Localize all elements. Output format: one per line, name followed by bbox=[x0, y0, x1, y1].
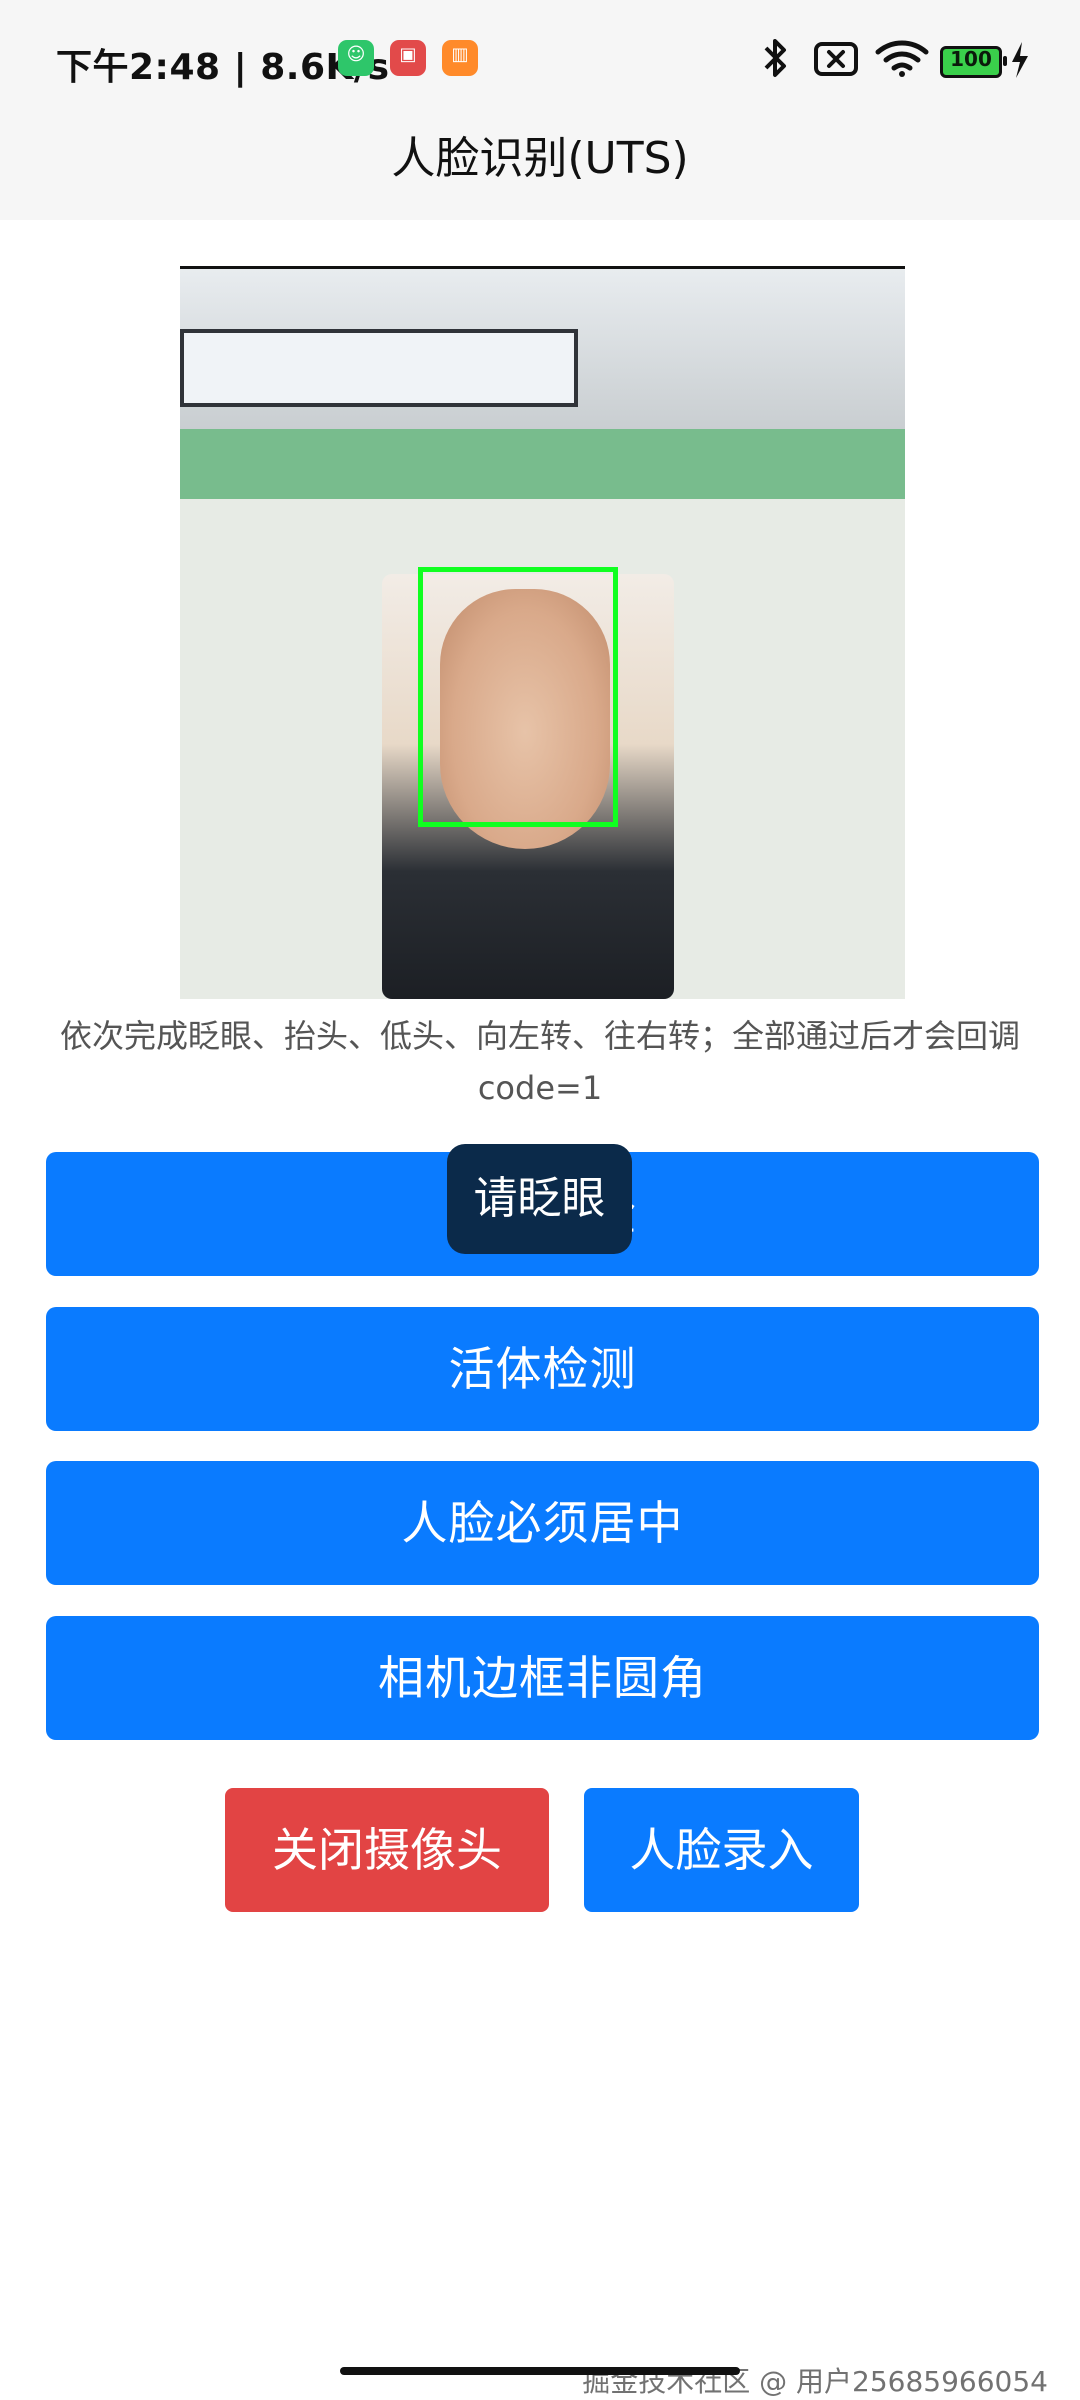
camera-window bbox=[180, 329, 578, 407]
liveness-detection-button[interactable]: 活体检测 bbox=[46, 1307, 1039, 1431]
liveness-instructions: 依次完成眨眼、抬头、低头、向左转、往右转；全部通过后才会回调 code=1 bbox=[59, 1017, 1020, 1107]
green-app-icon: ☺ bbox=[338, 40, 374, 76]
home-indicator[interactable] bbox=[340, 2367, 740, 2375]
close-camera-button[interactable]: 关闭摄像头 bbox=[225, 1788, 549, 1912]
camera-monitor-toolbar bbox=[180, 429, 905, 499]
camera-preview bbox=[180, 266, 905, 999]
face-enroll-button[interactable]: 人脸录入 bbox=[584, 1788, 859, 1912]
face-center-button[interactable]: 人脸必须居中 bbox=[46, 1461, 1039, 1585]
battery-icon: 100 bbox=[940, 46, 1007, 78]
wifi-icon bbox=[875, 40, 929, 77]
face-detection-box bbox=[418, 567, 618, 827]
watermark: 掘金技术社区 @ 用户25685966054 bbox=[582, 2365, 1048, 2398]
charging-bolt-icon bbox=[1012, 42, 1028, 78]
toast-message: 请眨眼 bbox=[447, 1144, 632, 1254]
page-title: 人脸识别(UTS) bbox=[391, 133, 689, 184]
orange-app-icon: ▥ bbox=[442, 40, 478, 76]
system-icons: 100 bbox=[760, 38, 1040, 78]
status-bar: 下午2:48 | 8.6K/s ☺ ▣ ▥ 100 bbox=[0, 0, 1080, 120]
bluetooth-icon bbox=[764, 39, 786, 77]
battery-level: 100 bbox=[950, 47, 992, 71]
red-app-icon: ▣ bbox=[390, 40, 426, 76]
sim-x-icon bbox=[814, 42, 858, 76]
camera-border-non-round-button[interactable]: 相机边框非圆角 bbox=[46, 1616, 1039, 1740]
